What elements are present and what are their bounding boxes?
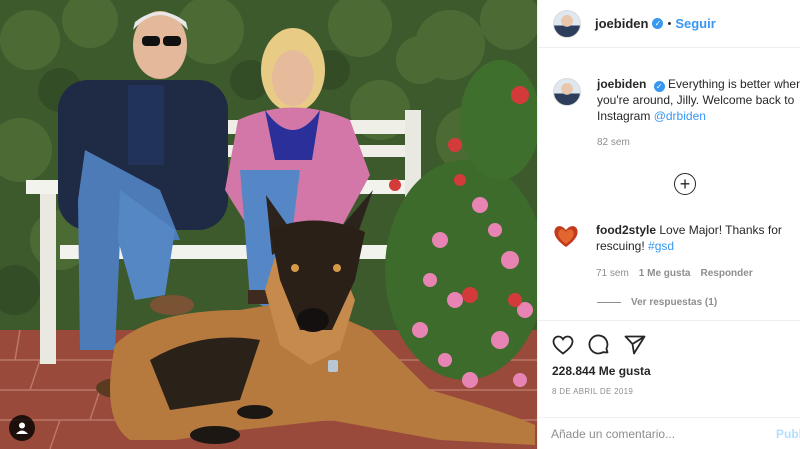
reply-button[interactable]: Responder	[700, 266, 752, 282]
separator-dot: •	[667, 17, 672, 30]
comment-time[interactable]: 71 sem	[596, 266, 629, 282]
share-icon[interactable]	[623, 333, 647, 357]
avatar[interactable]	[553, 78, 581, 106]
post-photo-image	[0, 0, 537, 449]
user-tag-icon	[16, 422, 28, 434]
replies-divider	[597, 302, 621, 303]
comment-icon[interactable]	[587, 333, 611, 357]
follow-button[interactable]: Seguir	[675, 16, 715, 31]
comment-body: food2style Love Major! Thanks for rescui…	[596, 222, 800, 282]
action-icons	[551, 333, 647, 357]
view-replies-label: Ver respuestas (1)	[631, 297, 718, 308]
comment-username[interactable]: food2style	[596, 223, 656, 237]
avatar[interactable]	[553, 9, 581, 38]
caption-time[interactable]: 82 sem	[597, 135, 800, 151]
caption-username[interactable]: joebiden	[597, 77, 646, 91]
heart-icon[interactable]	[551, 333, 575, 357]
view-replies-button[interactable]: Ver respuestas (1)	[597, 297, 717, 308]
load-more-comments-button[interactable]: +	[674, 173, 696, 195]
comment-hashtag[interactable]: #gsd	[648, 239, 674, 253]
caption-body: joebiden ✓ Everything is better when you…	[597, 76, 800, 151]
add-comment-form: Publicar	[537, 417, 800, 449]
comment-input[interactable]	[551, 427, 751, 441]
caption: joebiden ✓ Everything is better when you…	[553, 76, 800, 151]
author-username[interactable]: joebiden	[595, 16, 648, 31]
post-actions: 228.844 Me gusta 8 DE ABRIL DE 2019 Publ…	[537, 320, 800, 449]
post-date[interactable]: 8 DE ABRIL DE 2019	[552, 387, 633, 396]
verified-icon: ✓	[652, 18, 664, 29]
comment-likes[interactable]: 1 Me gusta	[639, 266, 691, 282]
comment-meta: 71 sem 1 Me gusta Responder	[596, 266, 800, 282]
post-photo[interactable]	[0, 0, 537, 449]
avatar[interactable]	[552, 222, 580, 250]
likes-count[interactable]: 228.844 Me gusta	[552, 364, 651, 378]
user-tag-button[interactable]	[9, 415, 35, 441]
list-item: food2style Love Major! Thanks for rescui…	[552, 222, 800, 282]
caption-mention[interactable]: @drbiden	[654, 109, 706, 123]
verified-icon: ✓	[653, 81, 665, 92]
publish-button[interactable]: Publicar	[776, 427, 800, 441]
plus-circle-icon: +	[679, 173, 691, 194]
post-header: joebiden ✓ • Seguir	[538, 0, 800, 48]
